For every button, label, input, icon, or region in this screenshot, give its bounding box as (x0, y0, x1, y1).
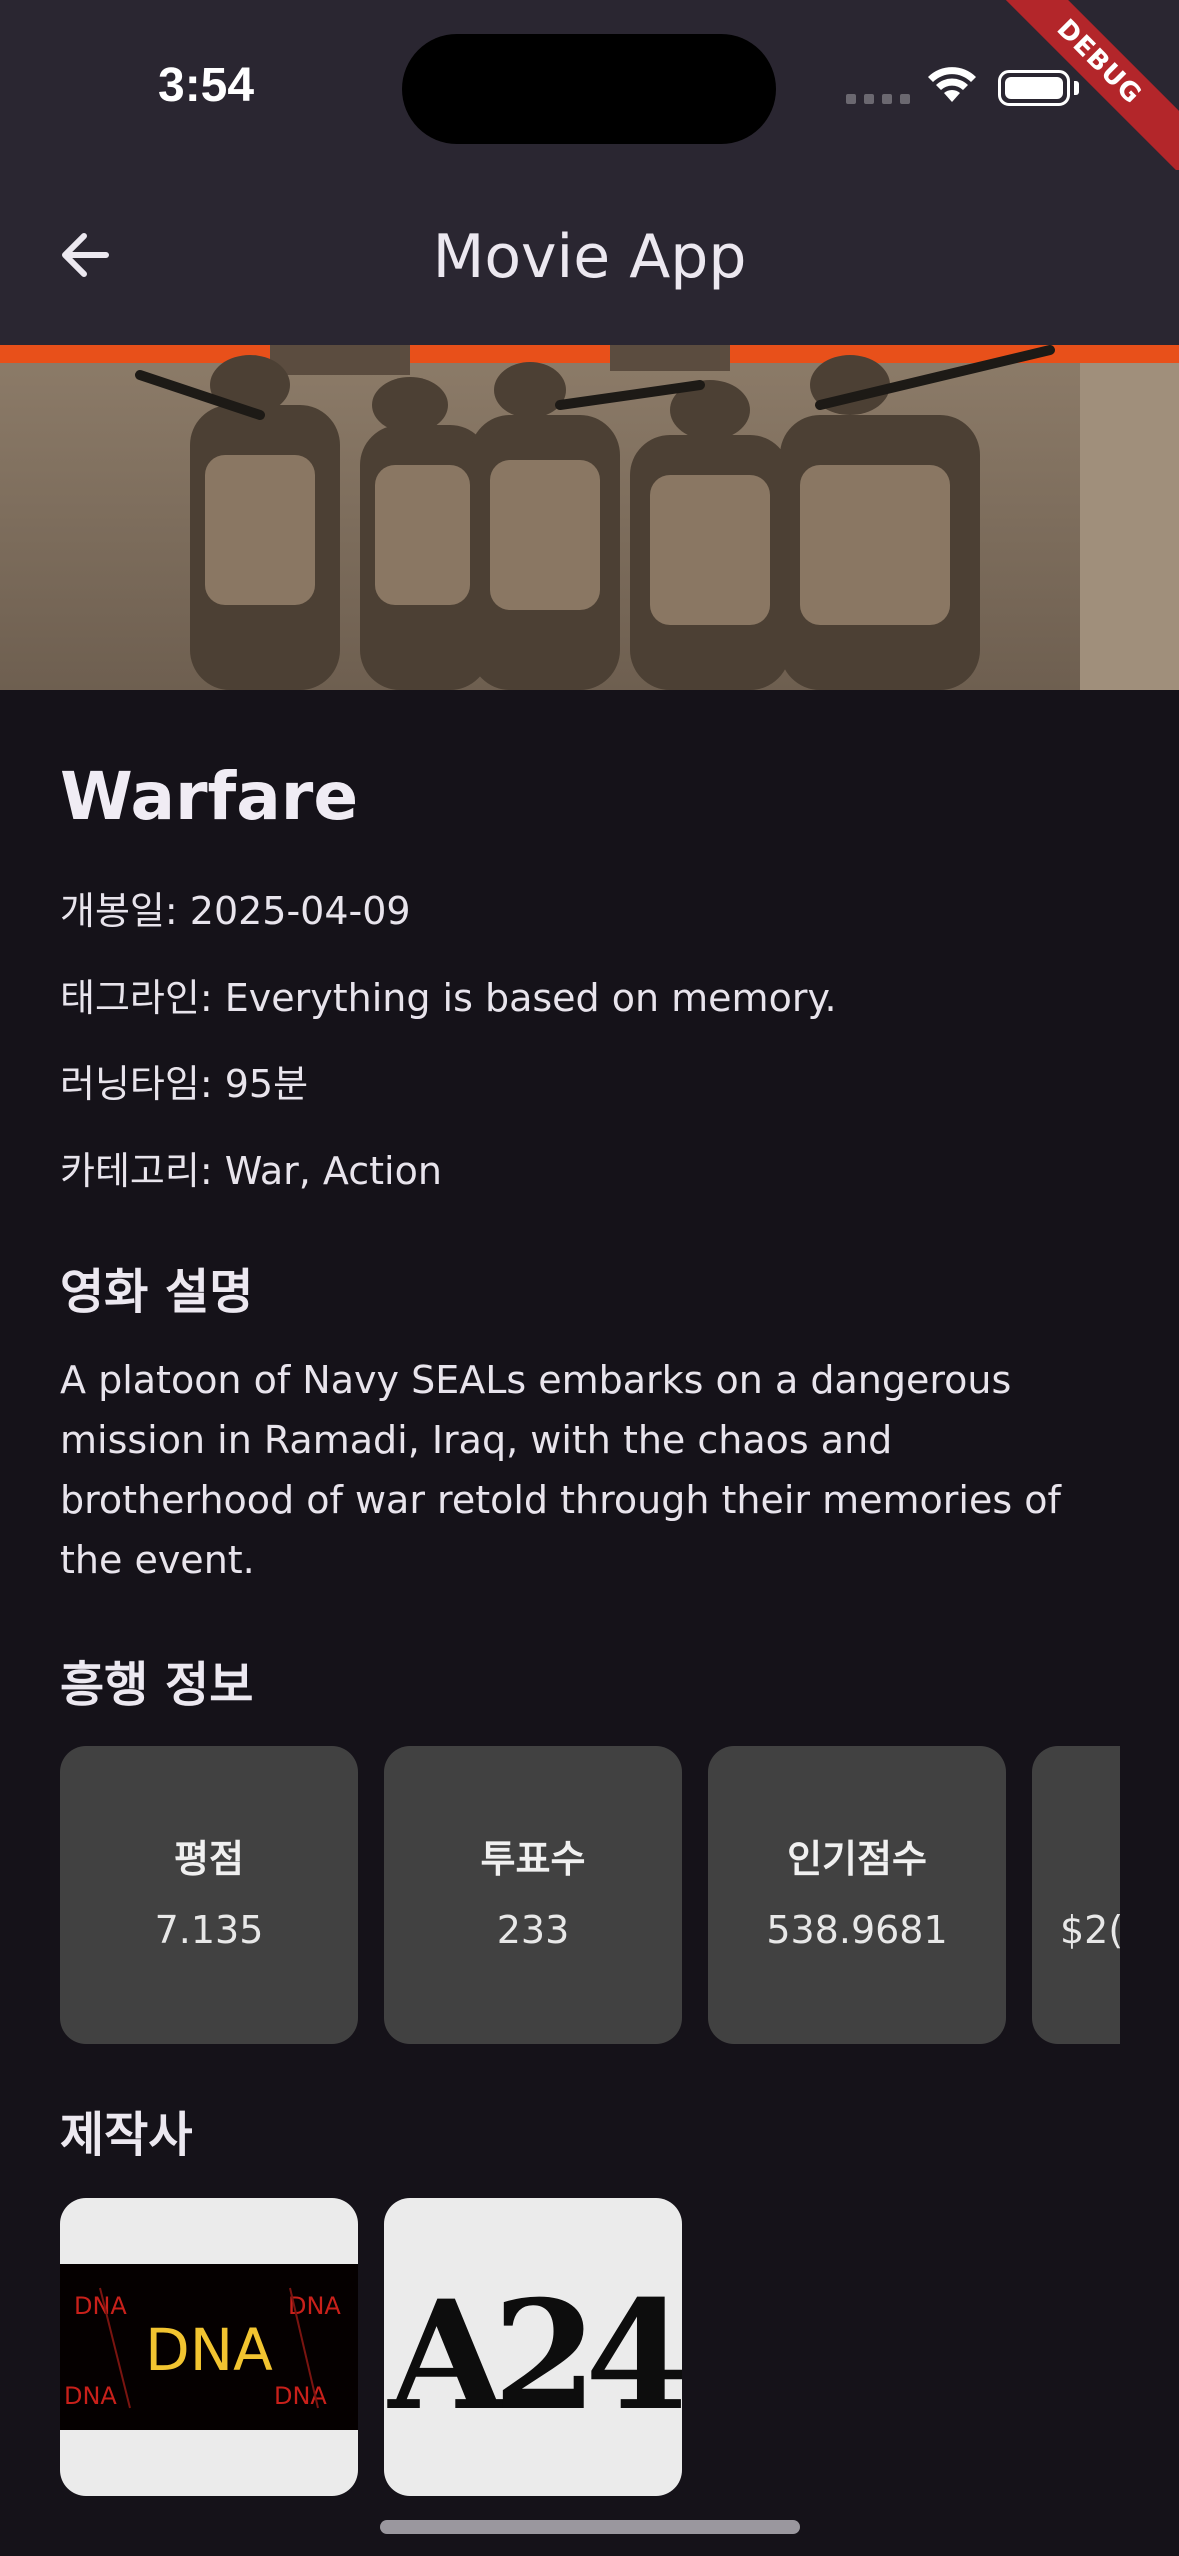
stat-label: 투표수 (480, 1837, 586, 1881)
stat-label: 평점 (174, 1837, 244, 1881)
overview-heading: 영화 설명 (60, 1264, 254, 1320)
dna-logo-icon: DNA DNA DNA DNA DNA (60, 2264, 358, 2430)
stat-card-revenue: $2( (1032, 1746, 1120, 2044)
stat-value: 538.9681 (766, 1908, 948, 1952)
debug-banner-label: DEBUG (989, 0, 1179, 184)
runtime: 러닝타임: 95분 (60, 1062, 309, 1106)
svg-text:DNA: DNA (74, 2292, 127, 2320)
svg-text:A24: A24 (386, 2268, 682, 2444)
box-office-heading: 흥행 정보 (60, 1657, 254, 1713)
svg-text:DNA: DNA (145, 2316, 273, 2384)
stat-card-votes: 투표수 233 (384, 1746, 682, 2044)
debug-banner: DEBUG (989, 0, 1179, 190)
app-bar: Movie App (0, 170, 1179, 345)
a24-logo-icon: A24 (386, 2268, 682, 2444)
producer-card-dna[interactable]: DNA DNA DNA DNA DNA (60, 2198, 358, 2496)
wifi-icon (928, 67, 976, 102)
movie-backdrop-image (0, 345, 1179, 690)
svg-text:DNA: DNA (64, 2382, 117, 2410)
overview-text: A platoon of Navy SEALs embarks on a dan… (60, 1358, 1061, 1582)
producer-card-a24[interactable]: A24 (384, 2198, 682, 2496)
status-time: 3:54 (158, 59, 255, 112)
home-indicator[interactable] (380, 2520, 800, 2534)
status-bar: 3:54 DEBUG (0, 0, 1179, 184)
movie-title: Warfare (60, 758, 359, 835)
app-bar-title: Movie App (432, 222, 747, 292)
stat-card-rating: 평점 7.135 (60, 1746, 358, 2044)
producers-heading: 제작사 (60, 2107, 193, 2163)
category: 카테고리: War, Action (60, 1149, 442, 1193)
stat-value: 233 (496, 1908, 570, 1952)
box-office-cards[interactable]: 평점 7.135 투표수 233 인기점수 538.9681 $2( (60, 1746, 1120, 2046)
tagline: 태그라인: Everything is based on memory. (60, 976, 837, 1020)
svg-text:DNA: DNA (274, 2382, 327, 2410)
cellular-signal-icon (846, 94, 910, 104)
stat-value: 7.135 (154, 1908, 264, 1952)
stat-card-popularity: 인기점수 538.9681 (708, 1746, 1006, 2044)
release-date: 개봉일: 2025-04-09 (60, 889, 411, 933)
stat-label: 인기점수 (787, 1837, 927, 1881)
dynamic-island (402, 34, 776, 144)
stat-value: $2( (1060, 1908, 1120, 1952)
